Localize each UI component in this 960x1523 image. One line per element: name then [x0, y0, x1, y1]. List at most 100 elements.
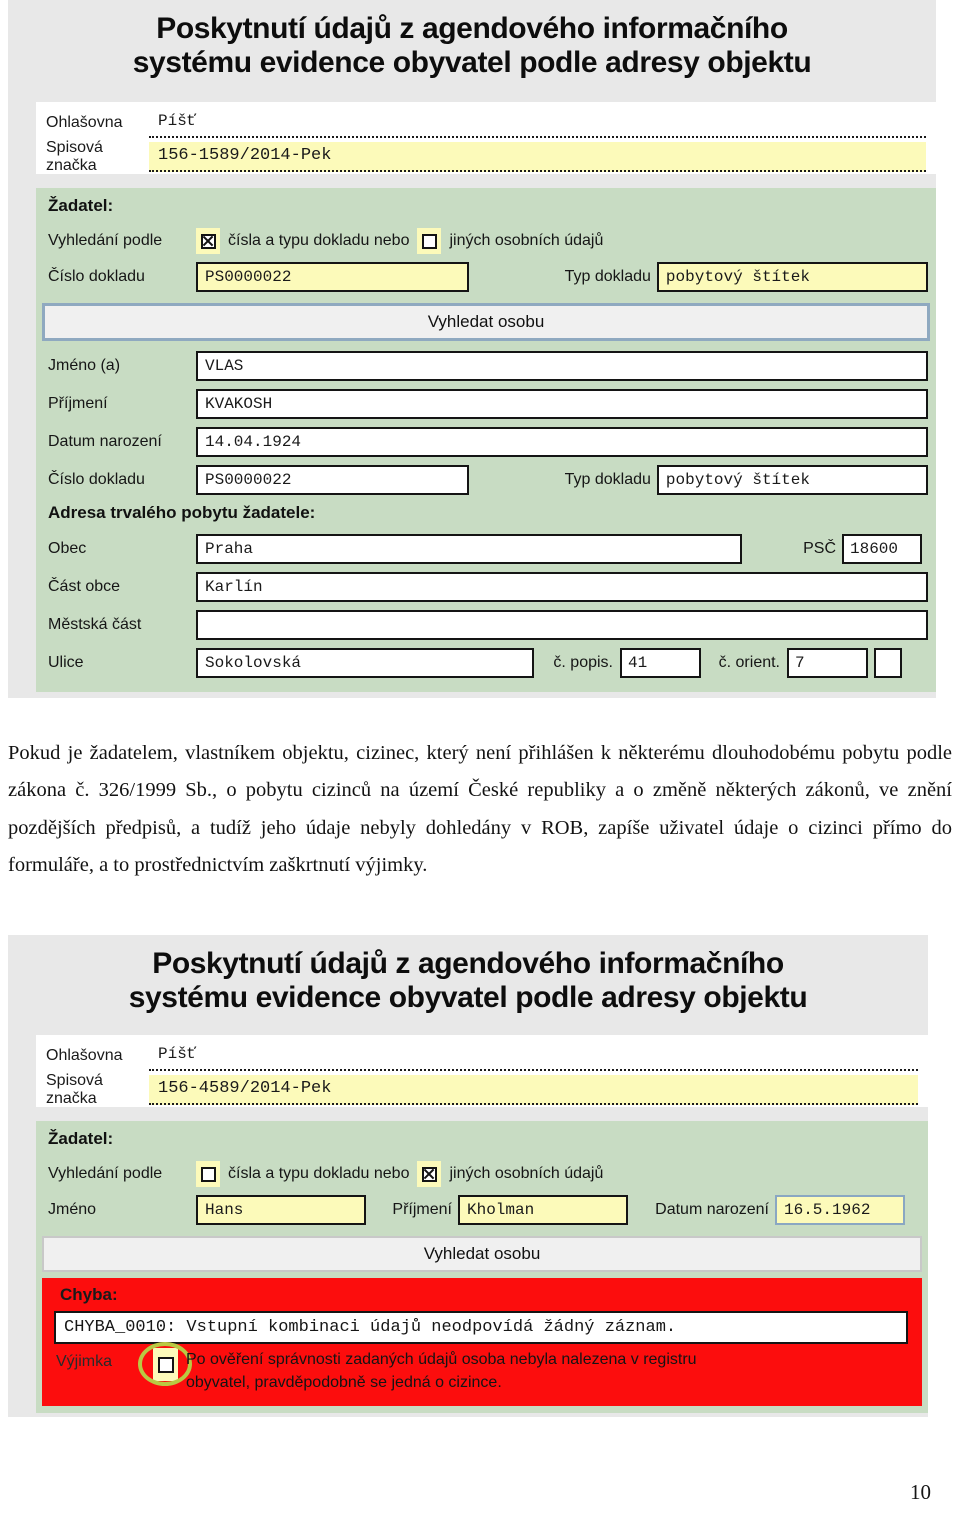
- spisova-znacka-label-2: Spisová značka: [46, 1072, 103, 1107]
- ohlasovna-label-2: Ohlašovna: [46, 1047, 123, 1064]
- checkbox-by-document-2[interactable]: [200, 1166, 216, 1182]
- checkbox-by-other-2[interactable]: [421, 1166, 437, 1182]
- spisova-znacka-value-2[interactable]: 156-4589/2014-Pek: [149, 1075, 918, 1105]
- city-row: Obec Praha PSČ 18600: [48, 534, 928, 564]
- search-by-label-2: Vyhledání podle: [48, 1165, 163, 1182]
- street-input[interactable]: Sokolovská: [196, 648, 534, 678]
- applicant-section-label-2: Žadatel:: [48, 1129, 114, 1148]
- screenshot-form-with-found-person: Poskytnutí údajů z agendového informační…: [8, 0, 936, 698]
- error-message: CHYBA_0010: Vstupní kombinaci údajů neod…: [54, 1311, 908, 1344]
- ohlasovna-label: Ohlašovna: [46, 114, 123, 131]
- city-part-label: Část obce: [48, 578, 121, 595]
- address-section-label: Adresa trvalého pobytu žadatele:: [48, 503, 316, 522]
- checkbox-by-other[interactable]: [421, 233, 437, 249]
- spisova-znacka-value[interactable]: 156-1589/2014-Pek: [149, 142, 926, 172]
- search-person-button-1[interactable]: Vyhledat osobu: [42, 303, 930, 341]
- exception-text-line2: obyvatel, pravděpodobně se jedná o cizin…: [186, 1374, 502, 1391]
- spisova-znacka-row: Spisová značka 156-1589/2014-Pek: [36, 139, 936, 174]
- birth-date-label: Datum narození: [48, 433, 162, 450]
- checkbox-by-document-wrap[interactable]: [196, 228, 220, 254]
- exception-checkbox[interactable]: [157, 1356, 174, 1373]
- first-name-input-2[interactable]: Hans: [196, 1195, 366, 1225]
- form-title-line1: Poskytnutí údajů z agendového informační…: [156, 12, 788, 45]
- checkbox-by-other-label-2: jiných osobních údajů: [449, 1165, 604, 1182]
- last-name-label-2: Příjmení: [392, 1201, 452, 1218]
- page-number: 10: [910, 1480, 931, 1504]
- error-panel: Chyba: CHYBA_0010: Vstupní kombinaci úda…: [42, 1278, 922, 1406]
- orientation-number-label: č. orient.: [718, 654, 780, 671]
- ohlasovna-row: Ohlašovna Píšť: [36, 106, 936, 140]
- city-part-row: Část obce Karlín: [48, 572, 928, 602]
- doc-type-label-person: Typ dokladu: [564, 471, 651, 488]
- ohlasovna-value[interactable]: Píšť: [149, 108, 926, 138]
- form-title-line2: systému evidence obyvatel podle adresy o…: [132, 45, 812, 79]
- screenshot-form-with-error: Poskytnutí údajů z agendového informační…: [8, 935, 928, 1417]
- first-name-label-2: Jméno: [48, 1201, 97, 1218]
- last-name-row: Příjmení KVAKOSH: [48, 389, 928, 419]
- applicant-panel-1: Žadatel: Vyhledání podle čísla a typu do…: [36, 188, 936, 692]
- form-title-1: Poskytnutí údajů z agendového informační…: [8, 12, 936, 79]
- doc-number-input-search[interactable]: PS0000022: [196, 262, 469, 292]
- city-input[interactable]: Praha: [196, 534, 742, 564]
- district-label: Městská část: [48, 616, 142, 633]
- last-name-input[interactable]: KVAKOSH: [196, 389, 928, 419]
- last-name-input-2[interactable]: Kholman: [458, 1195, 628, 1225]
- spisova-znacka-row-2: Spisová značka 156-4589/2014-Pek: [36, 1072, 928, 1107]
- birth-date-row: Datum narození 14.04.1924: [48, 427, 928, 457]
- checkbox-by-other-wrap-2[interactable]: [417, 1161, 442, 1187]
- birth-date-input[interactable]: 14.04.1924: [196, 427, 928, 457]
- ohlasovna-value-2[interactable]: Píšť: [149, 1041, 918, 1071]
- orientation-number-input[interactable]: 7: [787, 648, 868, 678]
- applicant-panel-2: Žadatel: Vyhledání podle čísla a typu do…: [36, 1121, 928, 1413]
- checkbox-by-document[interactable]: [200, 233, 216, 249]
- house-number-input[interactable]: 41: [620, 648, 701, 678]
- checkbox-by-document-label: čísla a typu dokladu nebo: [228, 232, 410, 249]
- zip-input[interactable]: 18600: [842, 534, 922, 564]
- first-name-row: Jméno (a) VLAS: [48, 351, 928, 381]
- applicant-section-label: Žadatel:: [48, 196, 114, 215]
- district-input[interactable]: [196, 610, 928, 640]
- zip-label: PSČ: [803, 540, 836, 557]
- doc-type-input-person[interactable]: pobytový štítek: [656, 465, 928, 495]
- body-paragraph: Pokud je žadatelem, vlastníkem objektu, …: [8, 742, 952, 876]
- checkbox-by-other-label: jiných osobních údajů: [449, 232, 604, 249]
- first-name-label: Jméno (a): [48, 357, 121, 374]
- form-title-2: Poskytnutí údajů z agendového informační…: [8, 947, 928, 1014]
- first-name-input[interactable]: VLAS: [196, 351, 928, 381]
- search-by-label: Vyhledání podle: [48, 232, 163, 249]
- checkbox-by-document-label-2: čísla a typu dokladu nebo: [228, 1165, 410, 1182]
- checkbox-by-other-wrap[interactable]: [417, 228, 442, 254]
- exception-label: Výjimka: [56, 1353, 113, 1370]
- doc-type-label-search: Typ dokladu: [564, 268, 651, 285]
- person-search-row-2: Jméno Hans Příjmení Kholman Datum naroze…: [48, 1195, 918, 1225]
- form-title-2-line2: systému evidence obyvatel podle adresy o…: [128, 980, 808, 1014]
- checkbox-by-document-wrap-2[interactable]: [196, 1161, 220, 1187]
- birth-date-input-2[interactable]: 16.5.1962: [775, 1195, 905, 1225]
- exception-text-line1: Po ověření správnosti zadaných údajů oso…: [186, 1351, 697, 1368]
- orientation-letter-input[interactable]: [874, 648, 902, 678]
- header-block-1: Ohlašovna Píšť Spisová značka 156-1589/2…: [36, 102, 936, 174]
- city-label: Obec: [48, 540, 87, 557]
- city-part-input[interactable]: Karlín: [196, 572, 928, 602]
- ohlasovna-row-2: Ohlašovna Píšť: [36, 1039, 928, 1073]
- doc-number-input-person[interactable]: PS0000022: [196, 465, 469, 495]
- search-by-row: Vyhledání podle čísla a typu dokladu neb…: [48, 228, 928, 254]
- exception-checkbox-wrap[interactable]: [153, 1348, 178, 1381]
- search-by-row-2: Vyhledání podle čísla a typu dokladu neb…: [48, 1161, 918, 1187]
- form-title-2-line1: Poskytnutí údajů z agendového informační…: [152, 947, 784, 980]
- doc-type-input-search[interactable]: pobytový štítek: [656, 262, 928, 292]
- street-label: Ulice: [48, 654, 84, 671]
- doc-number-label-person: Číslo dokladu: [48, 471, 145, 488]
- last-name-label: Příjmení: [48, 395, 108, 412]
- street-row: Ulice Sokolovská č. popis. 41 č. orient.…: [48, 648, 928, 678]
- birth-date-label-2: Datum narození: [655, 1201, 769, 1218]
- search-person-button-2[interactable]: Vyhledat osobu: [42, 1236, 922, 1272]
- house-number-label: č. popis.: [553, 654, 613, 671]
- spisova-znacka-label: Spisová značka: [46, 139, 103, 174]
- district-row: Městská část: [48, 610, 928, 640]
- document-row-person: Číslo dokladu PS0000022 Typ dokladu poby…: [48, 465, 928, 495]
- document-row-search: Číslo dokladu PS0000022 Typ dokladu poby…: [48, 262, 928, 292]
- error-heading: Chyba:: [60, 1285, 118, 1304]
- doc-number-label-search: Číslo dokladu: [48, 268, 145, 285]
- header-block-2: Ohlašovna Píšť Spisová značka 156-4589/2…: [36, 1035, 928, 1107]
